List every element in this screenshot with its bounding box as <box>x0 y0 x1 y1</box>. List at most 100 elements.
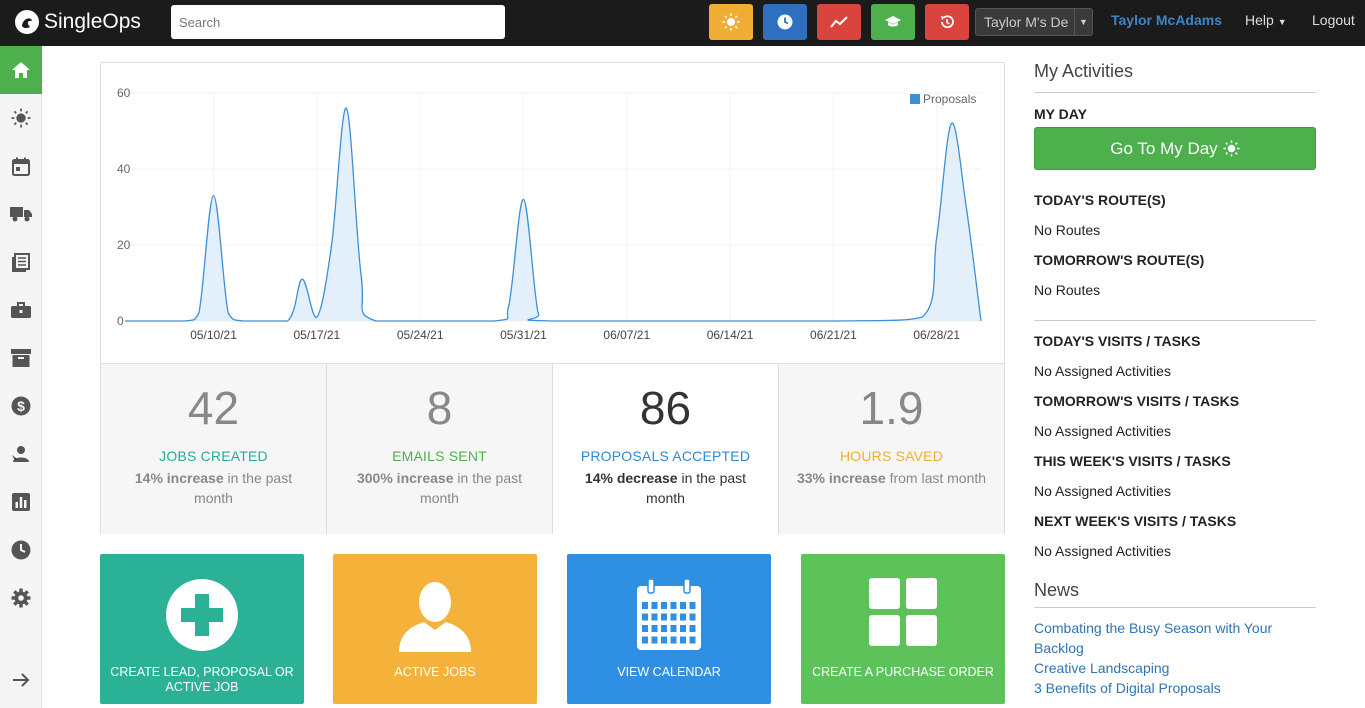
singleops-logo[interactable]: SingleOps <box>14 8 141 36</box>
calendar-cell <box>651 613 658 621</box>
y-tick-label: 40 <box>117 162 131 176</box>
calendar-cell <box>689 636 696 644</box>
go-to-my-day-button[interactable]: Go To My Day <box>1034 127 1316 170</box>
calendar-cell <box>689 602 696 609</box>
stat-change: 33% increase from last month <box>792 468 992 488</box>
search-input[interactable] <box>171 5 505 39</box>
sidebar-item-calendar[interactable] <box>0 142 42 190</box>
calendar-cell <box>642 613 648 621</box>
my-day-heading: MY DAY <box>1034 106 1087 122</box>
stat-value: 42 <box>187 382 240 434</box>
book-icon <box>12 252 30 272</box>
tile-label: ACTIVE JOBS <box>394 665 476 679</box>
my-day-quick-button[interactable] <box>709 4 753 40</box>
calendar-cell <box>680 625 686 632</box>
x-tick-label: 05/24/21 <box>397 328 444 342</box>
caret-down-icon: ▼ <box>1074 9 1092 35</box>
sidebar-item-billing[interactable]: $ <box>0 382 42 430</box>
reports-quick-button[interactable] <box>817 4 861 40</box>
x-tick-label: 06/21/21 <box>810 328 857 342</box>
proposals-series-line <box>124 107 982 322</box>
app-name: SingleOps <box>44 10 141 33</box>
sidebar-item-timesheets[interactable] <box>0 526 42 574</box>
stat-change: 14% decrease in the past month <box>576 468 756 508</box>
chart-x-ticks: 05/10/21 05/17/21 05/24/21 05/31/21 06/07/21… <box>190 328 960 342</box>
sidebar-item-catalog[interactable] <box>0 238 42 286</box>
truck-icon <box>10 207 32 222</box>
divider <box>1034 320 1316 321</box>
sun-icon <box>1223 140 1240 157</box>
x-tick-label: 05/17/21 <box>294 328 341 342</box>
stat-value: 1.9 <box>859 382 924 434</box>
sidebar-item-my-day[interactable] <box>0 94 42 142</box>
stat-change-value: 33% increase <box>796 470 886 486</box>
sidebar-item-jobs[interactable] <box>0 286 42 334</box>
calendar-cell <box>642 625 648 632</box>
top-navbar: SingleOps Taylor M's De ▼ Taylor McAdams… <box>0 0 1365 46</box>
trend-icon <box>830 16 848 28</box>
logo-icon <box>15 10 39 34</box>
calendar-cell <box>670 636 677 644</box>
x-tick-label: 05/31/21 <box>500 328 547 342</box>
x-tick-label: 06/28/21 <box>913 328 960 342</box>
time-quick-button[interactable] <box>763 4 807 40</box>
view-calendar-tile[interactable]: VIEW CALENDAR <box>567 554 771 704</box>
my-activities-title: My Activities <box>1034 61 1134 81</box>
account-select[interactable]: Taylor M's De ▼ <box>975 8 1093 36</box>
user-name-link[interactable]: Taylor McAdams <box>1111 12 1222 28</box>
stat-change-suffix: from last month <box>889 470 987 486</box>
sidebar-item-reports[interactable] <box>0 478 42 526</box>
gear-icon <box>11 588 31 608</box>
history-icon <box>941 15 954 29</box>
news-link[interactable]: 3 Benefits of Digital Proposals <box>1034 678 1316 698</box>
y-tick-label: 0 <box>117 314 124 328</box>
calendar-cell <box>661 636 667 644</box>
tile-label: VIEW CALENDAR <box>617 665 721 679</box>
training-quick-button[interactable] <box>871 4 915 40</box>
arrow-right-icon <box>13 673 30 687</box>
logout-link[interactable]: Logout <box>1312 12 1355 28</box>
create-purchase-order-tile[interactable]: CREATE A PURCHASE ORDER <box>801 554 1005 704</box>
tomorrows-routes-value: No Routes <box>1034 282 1101 298</box>
news-title: News <box>1034 580 1080 600</box>
archive-icon <box>11 349 31 367</box>
calendar-cell <box>661 613 667 621</box>
sidebar-item-home[interactable] <box>0 46 42 94</box>
tile-label: CREATE A PURCHASE ORDER <box>812 665 994 679</box>
news-link[interactable]: Combating the Busy Season with Your Back… <box>1034 618 1316 658</box>
create-lead-tile[interactable]: CREATE LEAD, PROPOSAL OR ACTIVE JOB <box>100 554 304 704</box>
clock-icon <box>11 540 31 560</box>
calendar-cell <box>651 636 658 644</box>
tomorrows-routes-heading: TOMORROW'S ROUTE(S) <box>1034 252 1205 268</box>
x-tick-label: 06/14/21 <box>707 328 754 342</box>
calendar-cell <box>651 602 658 609</box>
sidebar-item-settings[interactable] <box>0 574 42 622</box>
proposals-data-points <box>124 108 982 322</box>
divider <box>1034 92 1316 93</box>
active-jobs-tile[interactable]: ACTIVE JOBS <box>333 554 537 704</box>
divider <box>1034 607 1316 608</box>
stat-proposals-accepted: 86 PROPOSALS ACCEPTED 14% decrease in th… <box>553 364 779 534</box>
sidebar-item-archive[interactable] <box>0 334 42 382</box>
calendar-cell <box>642 602 648 609</box>
news-link[interactable]: Creative Landscaping <box>1034 658 1316 678</box>
svg-text:$: $ <box>17 398 25 414</box>
sidebar-item-dispatch[interactable] <box>0 190 42 238</box>
help-menu[interactable]: Help ▼ <box>1245 12 1287 28</box>
history-quick-button[interactable] <box>925 4 969 40</box>
sidebar-collapse-toggle[interactable] <box>0 656 42 704</box>
stat-value: 8 <box>426 382 453 434</box>
stat-change-value: 14% increase <box>134 470 224 486</box>
sidebar-item-customers[interactable] <box>0 430 42 478</box>
calendar-cell <box>670 613 677 621</box>
legend-swatch <box>910 94 920 104</box>
grid-icon <box>801 578 1005 658</box>
stat-label: PROPOSALS ACCEPTED <box>580 448 751 464</box>
todays-routes-heading: TODAY'S ROUTE(S) <box>1034 192 1166 208</box>
y-tick-label: 20 <box>117 238 131 252</box>
chart-y-ticks: 0 20 40 60 <box>117 86 131 328</box>
plus-circle-icon <box>100 578 304 658</box>
calendar-cell <box>680 613 686 621</box>
chart-legend[interactable]: Proposals <box>910 92 976 106</box>
sun-icon <box>11 108 31 128</box>
